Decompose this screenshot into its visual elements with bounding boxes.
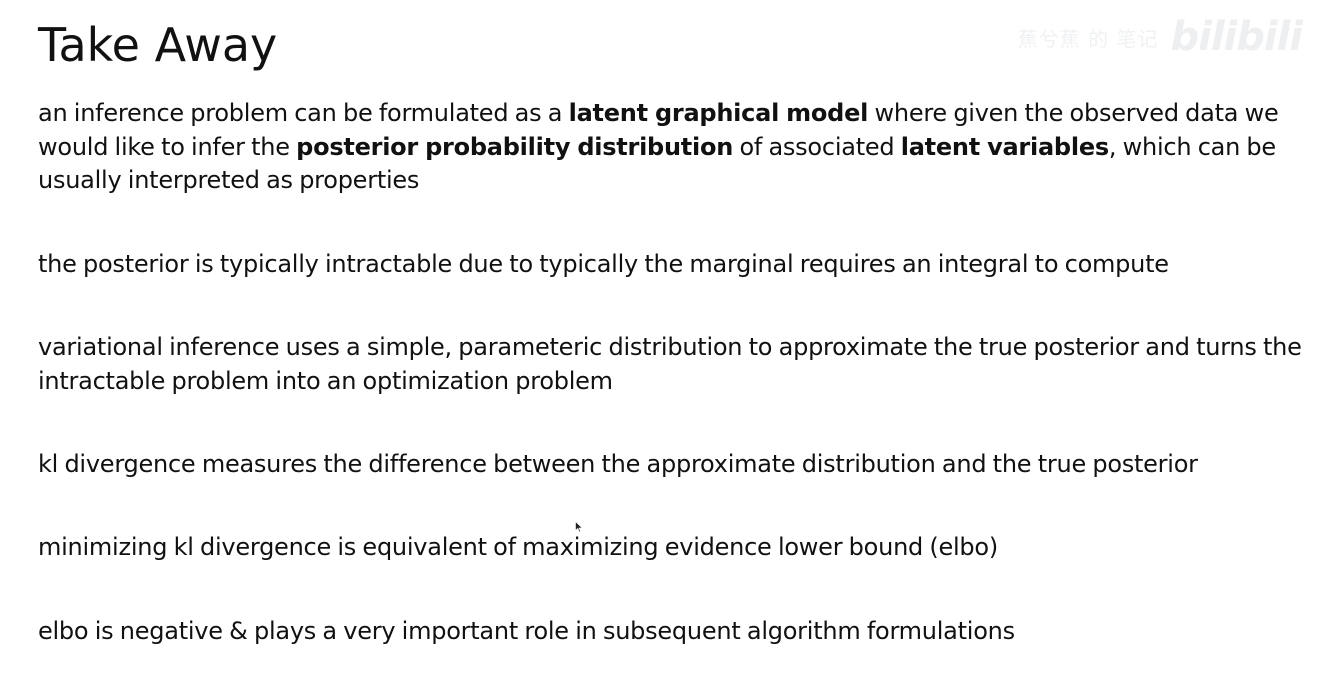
slide-title: Take Away <box>38 18 278 72</box>
bullet-point-1: an inference problem can be formulated a… <box>38 97 1308 198</box>
bullet-point-3: variational inference uses a simple, par… <box>38 331 1308 398</box>
bold-term: latent graphical model <box>568 99 869 127</box>
bullet-point-6: elbo is negative & plays a very importan… <box>38 615 1308 649</box>
bullet-point-4: kl divergence measures the difference be… <box>38 448 1308 482</box>
text-segment: elbo is negative & plays a very importan… <box>38 617 1015 645</box>
bold-term: posterior probability distribution <box>296 132 734 161</box>
text-segment: of associated <box>733 132 901 161</box>
bold-term: latent variables <box>900 132 1109 161</box>
text-segment: minimizing kl divergence is equivalent o… <box>38 533 998 561</box>
text-segment: an inference problem can be formulated a… <box>38 99 569 127</box>
mouse-pointer-icon <box>575 521 583 533</box>
bullet-point-5: minimizing kl divergence is equivalent o… <box>38 531 1308 565</box>
slide: Take Away an inference problem can be fo… <box>0 0 1324 680</box>
bullet-point-2: the posterior is typically intractable d… <box>38 248 1308 282</box>
video-watermark: 蕉兮蕉 的 笔记 bilibili <box>1017 14 1303 60</box>
text-segment: the posterior is typically intractable d… <box>38 250 1169 278</box>
bilibili-logo: bilibili <box>1170 14 1303 60</box>
watermark-text: 蕉兮蕉 的 笔记 <box>1017 26 1159 51</box>
text-segment: kl divergence measures the difference be… <box>38 450 1198 478</box>
text-segment: variational inference uses a simple, par… <box>38 333 1302 395</box>
